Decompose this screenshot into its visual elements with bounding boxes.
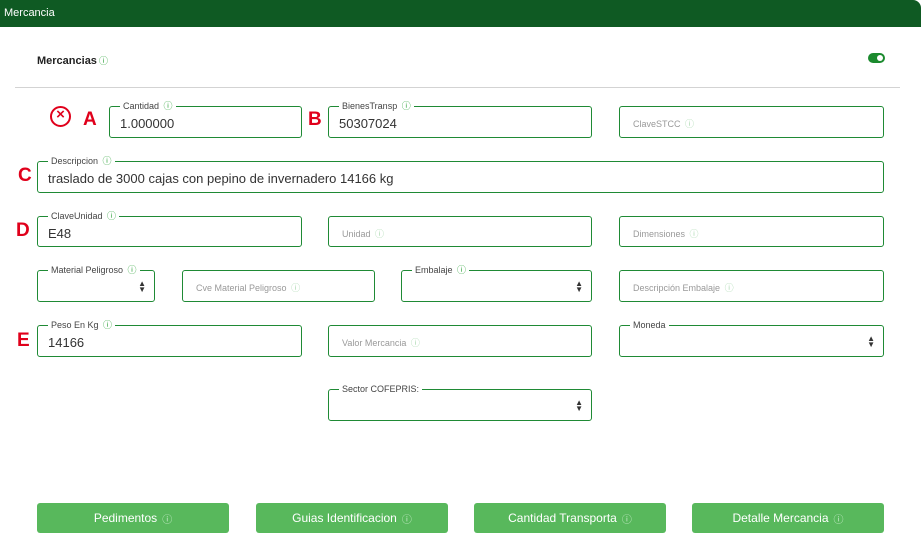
- cve-material-peligroso-placeholder-text: Cve Material Peligroso: [196, 283, 287, 293]
- unidad-placeholder-text: Unidad: [342, 229, 371, 239]
- embalaje-select[interactable]: Embalaje ⓘ ▲ ▼: [401, 264, 592, 302]
- info-icon: ⓘ: [724, 283, 734, 293]
- divider: [15, 87, 900, 88]
- bienes-transp-field[interactable]: BienesTransp ⓘ 50307024: [328, 100, 592, 138]
- info-icon: ⓘ: [410, 338, 420, 348]
- descripcion-label-text: Descripcion: [51, 156, 99, 166]
- unidad-placeholder: Unidad ⓘ: [342, 227, 384, 240]
- descripcion-embalaje-placeholder: Descripción Embalaje ⓘ: [633, 281, 734, 294]
- material-peligroso-label: Material Peligroso ⓘ: [48, 264, 140, 276]
- info-icon: ⓘ: [375, 229, 385, 239]
- guias-identificacion-button[interactable]: Guias Identificacion ⓘ: [256, 503, 448, 533]
- marker-e: E: [17, 330, 30, 351]
- section-label: Mercancias ⓘ: [37, 54, 108, 67]
- cantidad-label: Cantidad ⓘ: [120, 100, 176, 112]
- descripcion-value: traslado de 3000 cajas con pepino de inv…: [48, 171, 394, 186]
- cve-material-peligroso-field[interactable]: Cve Material Peligroso ⓘ: [182, 270, 375, 302]
- descripcion-embalaje-field[interactable]: Descripción Embalaje ⓘ: [619, 270, 884, 302]
- moneda-label: Moneda: [630, 319, 669, 331]
- bienes-transp-label: BienesTransp ⓘ: [339, 100, 414, 112]
- select-arrow-icon: ▲ ▼: [138, 279, 146, 294]
- peso-en-kg-value: 14166: [48, 335, 85, 350]
- select-arrow-icon: ▲ ▼: [575, 279, 583, 294]
- info-icon: ⓘ: [291, 283, 301, 293]
- dimensiones-placeholder-text: Dimensiones: [633, 229, 686, 239]
- dimensiones-placeholder: Dimensiones ⓘ: [633, 227, 699, 240]
- info-icon: ⓘ: [621, 514, 632, 526]
- cantidad-label-text: Cantidad: [123, 101, 160, 111]
- bienes-transp-value: 50307024: [339, 116, 397, 131]
- clave-stcc-field[interactable]: ClaveSTCC ⓘ: [619, 106, 884, 138]
- clave-unidad-label-text: ClaveUnidad: [51, 211, 103, 221]
- info-icon: ⓘ: [107, 211, 117, 221]
- cantidad-value: 1.000000: [120, 116, 175, 131]
- valor-mercancia-placeholder-text: Valor Mercancia: [342, 338, 407, 348]
- info-icon: ⓘ: [833, 514, 844, 526]
- info-icon: ⓘ: [163, 101, 173, 111]
- clave-stcc-placeholder-text: ClaveSTCC: [633, 119, 681, 129]
- clave-stcc-placeholder: ClaveSTCC ⓘ: [633, 117, 694, 130]
- cantidad-transporta-button[interactable]: Cantidad Transporta ⓘ: [474, 503, 666, 533]
- info-icon: ⓘ: [162, 514, 173, 526]
- valor-mercancia-field[interactable]: Valor Mercancia ⓘ: [328, 325, 592, 357]
- clave-unidad-label: ClaveUnidad ⓘ: [48, 210, 120, 222]
- peso-en-kg-label-text: Peso En Kg: [51, 320, 99, 330]
- info-icon: ⓘ: [689, 229, 699, 239]
- marker-b: B: [308, 109, 322, 130]
- valor-mercancia-placeholder: Valor Mercancia ⓘ: [342, 336, 420, 349]
- clave-unidad-value: E48: [48, 226, 72, 241]
- cve-material-peligroso-placeholder: Cve Material Peligroso ⓘ: [196, 281, 300, 294]
- info-icon: ⓘ: [98, 56, 108, 66]
- material-peligroso-select[interactable]: Material Peligroso ⓘ ▲ ▼: [37, 264, 155, 302]
- error-icon[interactable]: ×: [50, 106, 71, 127]
- clave-unidad-field[interactable]: ClaveUnidad ⓘ E48: [37, 210, 302, 247]
- peso-en-kg-label: Peso En Kg ⓘ: [48, 319, 116, 331]
- info-icon: ⓘ: [401, 101, 411, 111]
- section-label-text: Mercancias: [37, 55, 97, 67]
- material-peligroso-label-text: Material Peligroso: [51, 265, 124, 275]
- pedimentos-button[interactable]: Pedimentos ⓘ: [37, 503, 229, 533]
- detalle-mercancia-button[interactable]: Detalle Mercancia ⓘ: [692, 503, 884, 533]
- sector-cofepris-select[interactable]: Sector COFEPRIS: ▲ ▼: [328, 383, 592, 421]
- descripcion-embalaje-placeholder-text: Descripción Embalaje: [633, 283, 721, 293]
- pedimentos-button-label: Pedimentos: [93, 511, 158, 525]
- cantidad-transporta-button-label: Cantidad Transporta: [508, 511, 617, 525]
- moneda-select[interactable]: Moneda ▲ ▼: [619, 319, 884, 357]
- marker-d: D: [16, 220, 30, 241]
- sector-cofepris-label: Sector COFEPRIS:: [339, 383, 423, 395]
- cantidad-field[interactable]: Cantidad ⓘ 1.000000: [109, 100, 302, 138]
- peso-en-kg-field[interactable]: Peso En Kg ⓘ 14166: [37, 319, 302, 357]
- marker-a: A: [83, 109, 97, 130]
- info-icon: ⓘ: [457, 265, 467, 275]
- bienes-transp-label-text: BienesTransp: [342, 101, 398, 111]
- marker-c: C: [18, 165, 32, 186]
- info-icon: ⓘ: [685, 119, 695, 129]
- descripcion-field[interactable]: Descripcion ⓘ traslado de 3000 cajas con…: [37, 155, 884, 193]
- embalaje-label: Embalaje ⓘ: [412, 264, 470, 276]
- unidad-field[interactable]: Unidad ⓘ: [328, 216, 592, 247]
- info-icon: ⓘ: [103, 320, 113, 330]
- descripcion-label: Descripcion ⓘ: [48, 155, 115, 167]
- panel-header: Mercancia: [0, 0, 921, 27]
- panel-title: Mercancia: [4, 7, 55, 19]
- embalaje-label-text: Embalaje: [415, 265, 453, 275]
- detalle-mercancia-button-label: Detalle Mercancia: [732, 511, 829, 525]
- mercancias-toggle[interactable]: [868, 53, 885, 63]
- info-icon: ⓘ: [401, 514, 412, 526]
- select-arrow-icon: ▲ ▼: [867, 334, 875, 349]
- info-icon: ⓘ: [102, 156, 112, 166]
- dimensiones-field[interactable]: Dimensiones ⓘ: [619, 216, 884, 247]
- guias-identificacion-button-label: Guias Identificacion: [292, 511, 397, 525]
- info-icon: ⓘ: [127, 265, 137, 275]
- select-arrow-icon: ▲ ▼: [575, 398, 583, 413]
